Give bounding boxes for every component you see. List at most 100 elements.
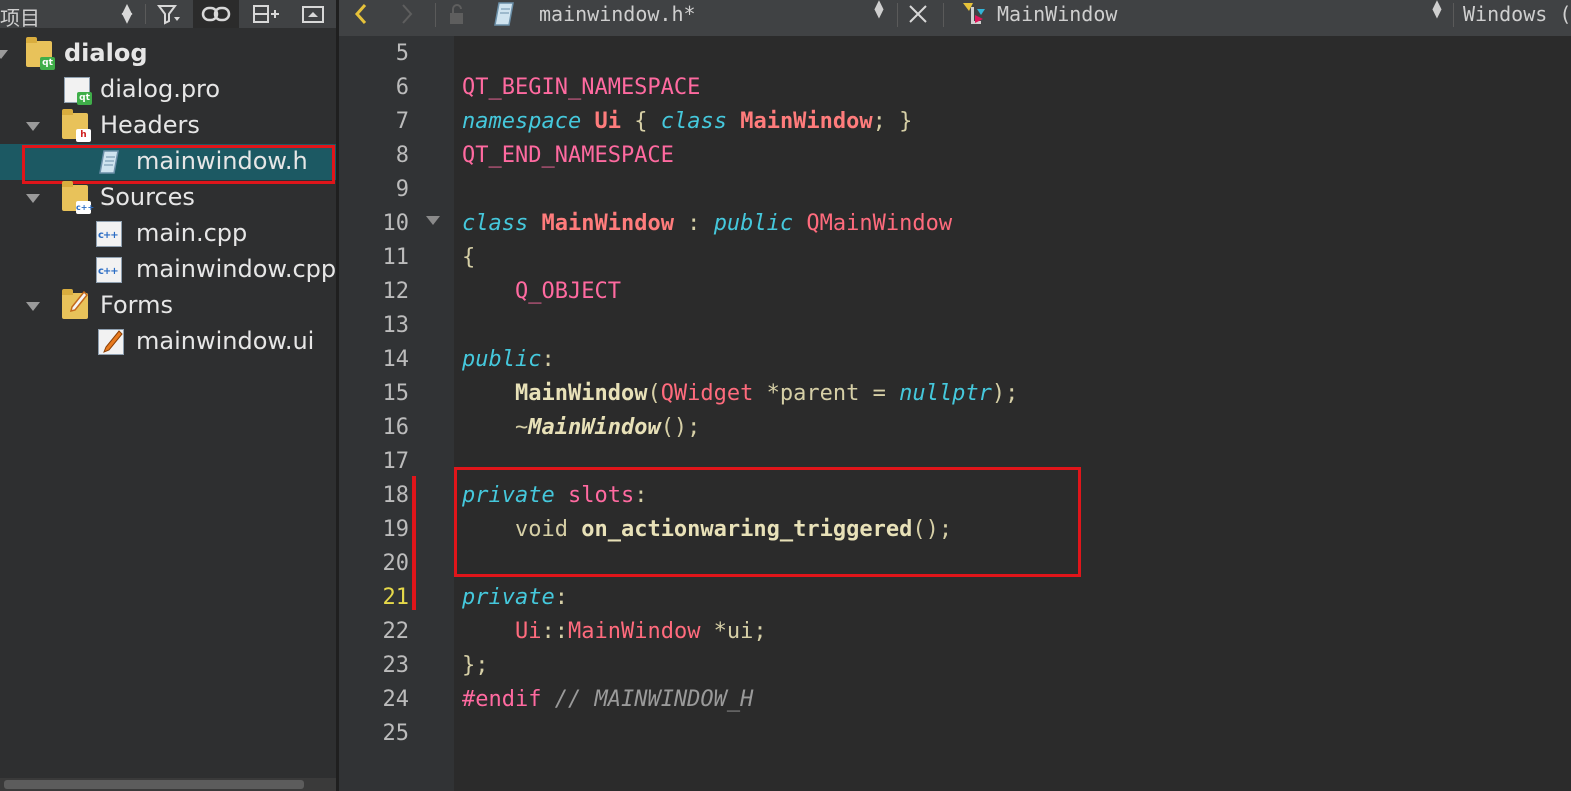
line-number: 15 — [382, 381, 410, 406]
code-token: MainWindow — [528, 415, 661, 440]
tree-item-mainwindow-cpp[interactable]: c++ mainwindow.cpp — [0, 252, 336, 288]
code-line: namespace Ui { class MainWindow; } — [462, 105, 912, 139]
code-token: MainWindow — [740, 109, 873, 134]
project-panel: 项目 ▲▼ qt dialog qt dialog.pro h Headers — [0, 0, 336, 791]
code-token: ~ — [514, 415, 529, 440]
code-line: ~MainWindow(); — [462, 411, 700, 445]
line-number: 19 — [382, 517, 410, 542]
tree-item-headers[interactable]: h Headers — [0, 108, 336, 144]
link-with-editor-icon[interactable] — [193, 0, 239, 28]
code-line: MainWindow(QWidget *parent = nullptr); — [462, 377, 1018, 411]
line-number: 6 — [395, 75, 409, 100]
code-token: namespace — [462, 109, 582, 134]
code-line: QT_BEGIN_NAMESPACE — [462, 71, 700, 105]
open-file-selector[interactable]: mainwindow.h* — [539, 0, 696, 28]
collapse-arrow-icon[interactable] — [0, 50, 8, 59]
project-panel-toolbar: 项目 ▲ ▼ — [0, 0, 336, 30]
symbol-selector-arrows-icon[interactable]: ▲ ▼ — [1429, 0, 1445, 28]
line-number: 8 — [395, 143, 409, 168]
code-line: QT_END_NAMESPACE — [462, 139, 674, 173]
tree-item-sources[interactable]: c++ Sources — [0, 180, 336, 216]
headers-folder-icon: h — [62, 109, 91, 142]
code-line: public: — [462, 343, 555, 377]
code-token: QT_END_NAMESPACE — [462, 143, 674, 168]
code-token: MainWindow — [567, 619, 701, 644]
code-token: ; } — [872, 109, 913, 134]
file-selector-arrows-icon[interactable]: ▲ ▼ — [871, 0, 887, 28]
line-number: 13 — [382, 313, 410, 338]
tree-item-label: dialog.pro — [100, 75, 221, 103]
back-arrow-icon[interactable] — [353, 0, 373, 28]
fold-marker-icon[interactable] — [426, 216, 440, 225]
lock-icon[interactable] — [447, 0, 469, 28]
tree-item-mainwindow-ui[interactable]: mainwindow.ui — [0, 324, 336, 360]
collapse-arrow-icon[interactable] — [26, 122, 40, 131]
code-token: // MAINWINDOW_H — [554, 687, 754, 712]
code-token: class — [660, 109, 727, 134]
forms-folder-icon — [62, 289, 88, 319]
code-token: MainWindow — [541, 211, 674, 236]
horizontal-scrollbar[interactable] — [4, 780, 304, 789]
code-token: *parent = — [753, 381, 900, 406]
code-token: { — [462, 245, 476, 270]
close-panel-icon[interactable] — [296, 0, 330, 28]
editor-toolbar: mainwindow.h* ▲ ▼ MainWindow ▲ ▼ Windows ( — [339, 0, 1571, 36]
tree-item-label: Sources — [100, 183, 195, 211]
forward-arrow-icon[interactable] — [399, 0, 419, 28]
selected-file-highlight — [22, 145, 335, 184]
code-token: private — [462, 585, 555, 610]
tree-item-dialog-pro[interactable]: qt dialog.pro — [0, 72, 336, 108]
ui-file-icon — [98, 329, 124, 355]
line-number: 16 — [382, 415, 410, 440]
code-token: ( — [647, 381, 661, 406]
code-token: (); — [660, 415, 701, 440]
tree-item-dialog[interactable]: qt dialog — [0, 36, 336, 72]
tree-item-label: Headers — [100, 111, 200, 139]
cpp-file-icon: c++ — [96, 221, 122, 247]
code-token: ); — [991, 381, 1019, 406]
tree-item-main-cpp[interactable]: c++ main.cpp — [0, 216, 336, 252]
close-file-icon[interactable] — [907, 0, 933, 28]
collapse-arrow-icon[interactable] — [26, 194, 40, 203]
code-token: Q_OBJECT — [514, 279, 621, 304]
code-token: MainWindow — [514, 381, 648, 406]
line-ending-selector[interactable]: Windows ( — [1463, 0, 1571, 28]
symbol-selector[interactable]: MainWindow — [997, 0, 1117, 28]
line-number: 14 — [382, 347, 410, 372]
line-number: 23 — [382, 653, 410, 678]
collapse-arrow-icon[interactable] — [26, 302, 40, 311]
code-line: Ui::MainWindow *ui; — [462, 615, 767, 649]
code-token: #endif — [462, 687, 542, 712]
line-number: 10 — [382, 211, 410, 236]
code-token: : — [554, 585, 568, 610]
line-number: 11 — [382, 245, 410, 270]
class-symbol-icon — [959, 0, 991, 28]
code-token: :: — [541, 619, 568, 644]
code-line: private: — [462, 581, 568, 615]
code-token: : — [673, 211, 714, 236]
line-number: 5 — [395, 41, 409, 66]
code-token: Ui — [594, 109, 621, 134]
panel-selector-arrows-icon[interactable]: ▲ ▼ — [118, 0, 136, 28]
tree-item-forms[interactable]: Forms — [0, 288, 336, 324]
line-number: 9 — [395, 177, 409, 202]
line-number: 18 — [382, 483, 410, 508]
filter-icon[interactable] — [152, 0, 186, 28]
qt-pro-file-icon: qt — [64, 77, 92, 105]
tree-item-label: mainwindow.ui — [136, 327, 315, 355]
code-token: class — [462, 211, 529, 236]
code-line: { — [462, 241, 475, 275]
code-line: }; — [462, 649, 489, 683]
tree-item-label: main.cpp — [136, 219, 248, 247]
line-number: 12 — [382, 279, 410, 304]
split-panel-icon[interactable] — [246, 0, 286, 28]
qt-project-folder-icon: qt — [26, 37, 55, 70]
cpp-file-icon: c++ — [96, 257, 122, 283]
code-token: public — [713, 211, 794, 236]
